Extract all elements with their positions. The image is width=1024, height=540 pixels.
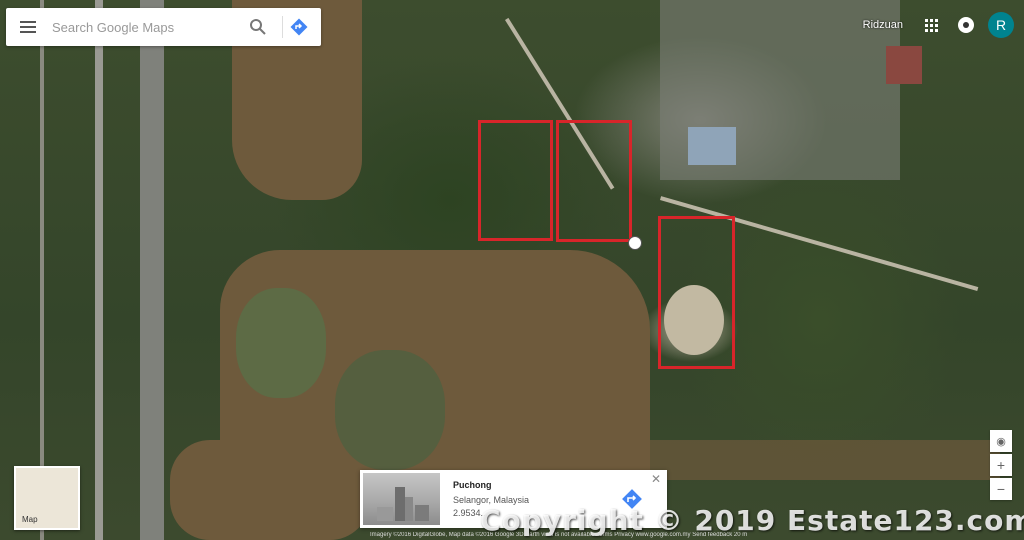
map-type-toggle[interactable]: Map — [14, 466, 80, 530]
highway — [140, 0, 164, 540]
zoom-in-button[interactable]: + — [990, 454, 1012, 476]
highway — [95, 0, 103, 540]
apps-grid-icon[interactable] — [925, 18, 938, 32]
compass-icon[interactable]: ◉ — [990, 430, 1012, 452]
river-south — [170, 440, 370, 540]
map-footer: Imagery ©2016 DigitalGlobe, Map data ©20… — [370, 532, 748, 538]
search-box — [6, 8, 321, 46]
menu-icon[interactable] — [20, 21, 36, 33]
zoom-out-button[interactable]: − — [990, 478, 1012, 500]
building — [688, 127, 736, 165]
notifications-icon[interactable] — [958, 17, 974, 33]
place-thumbnail[interactable] — [363, 473, 440, 525]
search-input[interactable] — [50, 18, 234, 36]
close-icon[interactable]: ✕ — [651, 472, 661, 486]
location-pin-icon[interactable] — [628, 236, 642, 250]
building — [886, 46, 922, 84]
island — [335, 350, 445, 470]
avatar[interactable]: R — [988, 12, 1014, 38]
highlight-plot-1 — [478, 120, 553, 241]
place-name: Puchong — [453, 480, 492, 490]
user-name[interactable]: Ridzuan — [863, 19, 903, 31]
directions-icon[interactable] — [290, 18, 308, 36]
map-controls: ◉ + − — [990, 430, 1012, 502]
island — [236, 288, 326, 398]
satellite-map[interactable] — [0, 0, 1024, 540]
highlight-plot-3 — [658, 216, 735, 369]
search-icon[interactable] — [249, 18, 267, 36]
minimap-label: Map — [22, 515, 38, 524]
account-bar: Ridzuan R — [863, 12, 1014, 38]
divider — [282, 16, 283, 38]
road — [40, 0, 44, 540]
highlight-plot-2 — [556, 120, 632, 242]
